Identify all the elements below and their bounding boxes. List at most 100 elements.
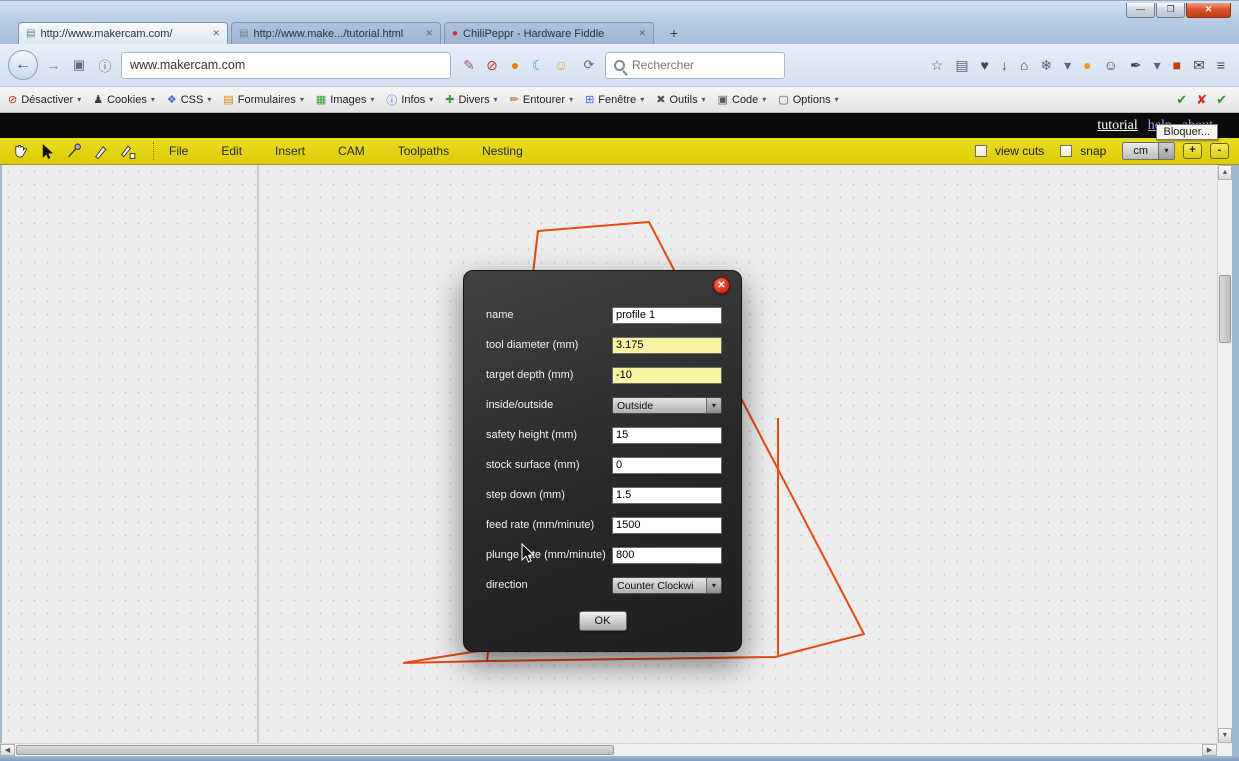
error-icon[interactable]: ✘: [1196, 92, 1207, 108]
vertical-scrollbar[interactable]: ▲ ▼: [1217, 165, 1232, 743]
chevron-down-icon[interactable]: ▾: [1064, 57, 1071, 74]
unit-select[interactable]: cm ▾: [1122, 142, 1175, 160]
site-link[interactable]: tutorial: [1097, 118, 1137, 134]
valid-check-icon[interactable]: ✔: [1216, 92, 1227, 108]
minimize-button[interactable]: —: [1126, 3, 1155, 18]
safety-height-input[interactable]: [612, 427, 722, 444]
devbar-menu-item[interactable]: ♟ Cookies ▾: [93, 93, 155, 106]
feed-rate-input[interactable]: [612, 517, 722, 534]
close-icon[interactable]: ✕: [713, 277, 730, 294]
reading-list-icon[interactable]: ▤: [955, 57, 968, 74]
chevron-down-icon: ▾: [706, 398, 721, 413]
select-tool-icon[interactable]: [37, 142, 57, 161]
horizontal-scrollbar[interactable]: ◀ ▶: [0, 743, 1217, 756]
devbar-item-icon: ✏: [510, 93, 519, 106]
devbar-item-label: Fenêtre: [598, 94, 636, 106]
browser-tab[interactable]: ▤ http://www.makercam.com/ ✕: [18, 22, 228, 44]
menu-item[interactable]: CAM: [338, 144, 365, 158]
snowflake-icon[interactable]: ❄: [1040, 57, 1052, 74]
dropper-icon[interactable]: ✒: [1130, 57, 1142, 74]
devbar-menu-item[interactable]: ▦ Images ▾: [316, 93, 375, 106]
extension-square-icon[interactable]: ■: [1173, 57, 1181, 73]
devbar-menu-item[interactable]: ⊞ Fenêtre ▾: [585, 93, 644, 106]
forward-button[interactable]: →: [44, 57, 63, 74]
direction-select[interactable]: Counter Clockwi ▾: [612, 577, 722, 594]
devbar-menu-item[interactable]: ❖ CSS ▾: [167, 93, 212, 106]
devbar-menu-item[interactable]: ▤ Formulaires ▾: [223, 93, 304, 106]
page-icon[interactable]: ▣: [69, 57, 89, 73]
target-depth-input[interactable]: [612, 367, 722, 384]
devbar-menu-item[interactable]: ▣ Code ▾: [718, 93, 767, 106]
close-icon[interactable]: ✕: [638, 28, 646, 39]
select-value: Outside: [613, 398, 706, 413]
plunge-rate-input[interactable]: [612, 547, 722, 564]
scroll-right-icon[interactable]: ▶: [1202, 744, 1217, 756]
pocket-icon[interactable]: ♥: [981, 57, 989, 73]
menu-item[interactable]: Toolpaths: [398, 144, 449, 158]
star-icon[interactable]: ☆: [931, 57, 944, 74]
name-input[interactable]: [612, 307, 722, 324]
menu-item[interactable]: Nesting: [482, 144, 523, 158]
step-down-input[interactable]: [612, 487, 722, 504]
scroll-down-icon[interactable]: ▼: [1218, 728, 1232, 743]
smiley-icon[interactable]: ☺: [1104, 57, 1118, 73]
toolpath-parameters-dialog: ✕ name tool diameter (mm) target depth (…: [463, 270, 742, 652]
scroll-up-icon[interactable]: ▲: [1218, 165, 1232, 180]
browser-tab[interactable]: ● ChiliPeppr - Hardware Fiddle ✕: [444, 22, 654, 44]
info-icon[interactable]: ⓘ: [95, 56, 115, 75]
devbar-menu-item[interactable]: ✖ Outils ▾: [656, 93, 705, 106]
firebug-icon[interactable]: ●: [1083, 57, 1091, 73]
downloads-icon[interactable]: ↓: [1001, 57, 1008, 73]
chevron-down-icon[interactable]: ▾: [1154, 57, 1161, 74]
menu-item[interactable]: File: [169, 144, 188, 158]
search-bar[interactable]: [605, 52, 785, 79]
vertical-scroll-thumb[interactable]: [1219, 275, 1231, 343]
search-input[interactable]: [632, 58, 787, 72]
valid-check-icon[interactable]: ✔: [1176, 92, 1187, 108]
tab-favicon-icon: ▤: [239, 28, 248, 39]
url-input[interactable]: [130, 58, 442, 72]
pen-tool-icon[interactable]: [91, 142, 111, 161]
tool-diameter-input[interactable]: [612, 337, 722, 354]
devbar-menu-item[interactable]: ▢ Options ▾: [778, 93, 838, 106]
devbar-menu-item[interactable]: ✚ Divers ▾: [445, 93, 497, 106]
close-icon[interactable]: ✕: [425, 28, 433, 39]
tooltip: Bloquer...: [1156, 124, 1218, 140]
close-button[interactable]: ✕: [1186, 3, 1231, 18]
snap-checkbox[interactable]: [1060, 145, 1072, 157]
browser-tab[interactable]: ▤ http://www.make.../tutorial.html ✕: [231, 22, 441, 44]
new-tab-button[interactable]: +: [661, 25, 687, 43]
pen-add-tool-icon[interactable]: [118, 142, 138, 161]
close-icon[interactable]: ✕: [212, 28, 220, 39]
zoom-out-button[interactable]: -: [1210, 143, 1229, 159]
menu-icon[interactable]: ≡: [1217, 57, 1225, 73]
devbar-menu-item[interactable]: ✏ Entourer ▾: [510, 93, 573, 106]
devbar-item-label: Formulaires: [238, 94, 296, 106]
url-bar[interactable]: [121, 52, 451, 79]
maximize-button[interactable]: ❐: [1156, 3, 1185, 18]
block-icon[interactable]: ⊘: [483, 57, 501, 74]
mail-icon[interactable]: ✉: [1193, 57, 1205, 74]
pan-tool-icon[interactable]: [10, 142, 30, 161]
horizontal-scroll-thumb[interactable]: [16, 745, 614, 755]
home-icon[interactable]: ⌂: [1020, 57, 1028, 73]
stock-surface-input[interactable]: [612, 457, 722, 474]
ok-button[interactable]: OK: [579, 611, 627, 631]
chevron-down-icon: ▾: [569, 95, 573, 104]
devbar-item-icon: ▦: [316, 93, 326, 106]
brush-icon[interactable]: ✎: [460, 57, 478, 74]
zoom-in-button[interactable]: +: [1183, 143, 1202, 159]
back-button[interactable]: ←: [8, 50, 38, 80]
devbar-menu-item[interactable]: ⊘ Désactiver ▾: [8, 93, 81, 106]
orange-ball-icon[interactable]: ●: [506, 57, 524, 74]
devbar-menu-item[interactable]: ⓘ Infos ▾: [386, 92, 433, 108]
scroll-left-icon[interactable]: ◀: [0, 744, 15, 756]
measure-tool-icon[interactable]: [64, 142, 84, 161]
reload-icon[interactable]: ⟳: [579, 57, 599, 73]
menu-item[interactable]: Edit: [221, 144, 242, 158]
moon-icon[interactable]: ☾: [529, 57, 547, 74]
view-cuts-checkbox[interactable]: [975, 145, 987, 157]
menu-item[interactable]: Insert: [275, 144, 305, 158]
smiley-icon[interactable]: ☺: [552, 57, 570, 74]
inside-outside-select[interactable]: Outside ▾: [612, 397, 722, 414]
